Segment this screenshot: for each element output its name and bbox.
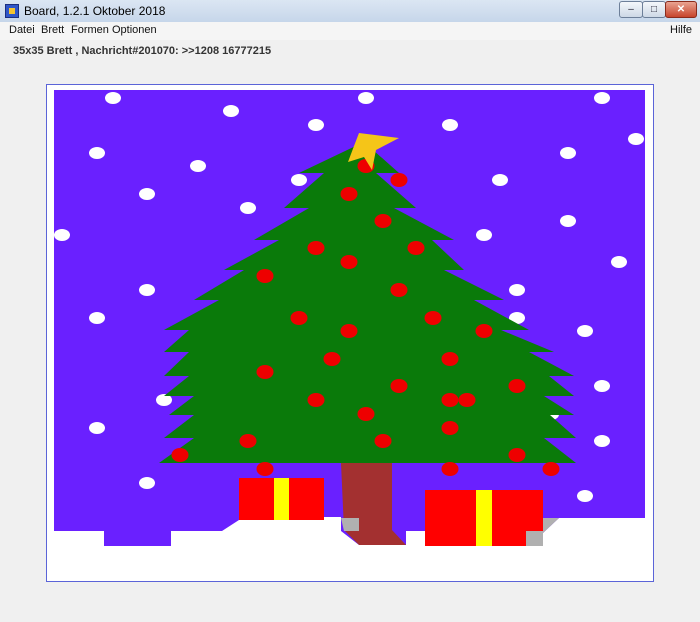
snowflake xyxy=(308,119,324,131)
ornament xyxy=(290,311,308,325)
snowflake xyxy=(509,284,525,296)
snowflake xyxy=(492,174,508,186)
ornament xyxy=(508,448,526,462)
snowflake xyxy=(89,147,105,159)
board-canvas[interactable] xyxy=(54,90,645,575)
ornament xyxy=(441,393,459,407)
snowflake xyxy=(476,229,492,241)
ornament xyxy=(307,241,325,255)
ornament xyxy=(390,379,408,393)
status-message: 35x35 Brett , Nachricht#201070: >>1208 1… xyxy=(13,45,272,57)
ornament xyxy=(390,173,408,187)
ornament xyxy=(390,283,408,297)
close-button[interactable]: ✕ xyxy=(665,1,697,18)
snowflake xyxy=(577,490,593,502)
left-gift-ribbon xyxy=(274,478,289,520)
snowflake xyxy=(139,477,155,489)
snowflake xyxy=(594,92,610,104)
menu-bar: Datei Brett Formen Optionen Hilfe xyxy=(0,22,700,40)
menu-datei[interactable]: Datei xyxy=(9,24,35,36)
ornament xyxy=(340,255,358,269)
snowflake xyxy=(442,119,458,131)
ornament xyxy=(441,421,459,435)
snowflake xyxy=(54,229,70,241)
snowflake xyxy=(611,256,627,268)
ornament xyxy=(357,407,375,421)
ornament xyxy=(256,365,274,379)
snowflake xyxy=(560,147,576,159)
ornament xyxy=(424,311,442,325)
title-bar: Board, 1.2.1 Oktober 2018 – □ ✕ xyxy=(0,0,700,23)
right-gift xyxy=(425,490,543,546)
menu-optionen[interactable]: Optionen xyxy=(112,24,157,36)
ornament xyxy=(441,462,459,476)
ornament xyxy=(508,379,526,393)
ornament xyxy=(441,352,459,366)
minimize-button[interactable]: – xyxy=(619,1,643,18)
right-gift-ribbon xyxy=(476,490,492,546)
gift-snow-shadow xyxy=(526,531,543,546)
snowflake xyxy=(594,380,610,392)
ornament xyxy=(542,462,560,476)
snowflake xyxy=(89,422,105,434)
maximize-button[interactable]: □ xyxy=(642,1,666,18)
menu-brett[interactable]: Brett xyxy=(41,24,64,36)
window-title: Board, 1.2.1 Oktober 2018 xyxy=(24,4,166,18)
snowflake xyxy=(628,133,644,145)
app-icon xyxy=(5,4,19,18)
menu-hilfe[interactable]: Hilfe xyxy=(670,24,692,36)
snowflake xyxy=(89,312,105,324)
snowflake xyxy=(594,435,610,447)
trunk-snow-shadow xyxy=(341,518,359,531)
snowflake xyxy=(358,92,374,104)
snowflake xyxy=(291,174,307,186)
ornament xyxy=(374,214,392,228)
snowflake xyxy=(139,284,155,296)
ornament xyxy=(340,324,358,338)
menu-formen[interactable]: Formen xyxy=(71,24,109,36)
ornament xyxy=(323,352,341,366)
snowflake xyxy=(577,325,593,337)
ornament xyxy=(239,434,257,448)
ornament xyxy=(171,448,189,462)
ornament xyxy=(307,393,325,407)
snowflake xyxy=(240,202,256,214)
ornament xyxy=(374,434,392,448)
ornament xyxy=(256,269,274,283)
ornament xyxy=(407,241,425,255)
snowflake xyxy=(223,105,239,117)
snowflake xyxy=(560,215,576,227)
ornament xyxy=(458,393,476,407)
left-gift xyxy=(239,478,324,520)
ornament xyxy=(475,324,493,338)
snowflake xyxy=(139,188,155,200)
ornament xyxy=(340,187,358,201)
snowflake xyxy=(105,92,121,104)
snowflake xyxy=(190,160,206,172)
ornament xyxy=(256,462,274,476)
